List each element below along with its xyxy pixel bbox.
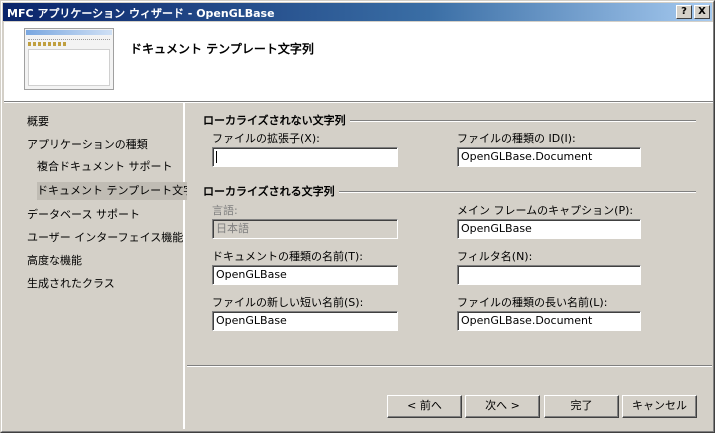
file-extension-field[interactable] [212,147,398,167]
filter-name-label: フィルタ名(N): [457,250,533,263]
file-type-id-label: ファイルの種類の ID(I): [457,132,576,145]
button-separator [187,365,712,367]
main-frame-caption-field[interactable]: OpenGLBase [457,219,641,239]
nav-item-user-interface[interactable]: ユーザー インターフェイス機能 [27,229,183,247]
finish-button[interactable]: 完了 [544,395,619,418]
wizard-window: MFC アプリケーション ウィザード - OpenGLBase ? X ドキュメ… [0,0,715,433]
nav-item-application-type[interactable]: アプリケーションの種類 [27,136,148,154]
text-caret [216,151,217,163]
file-extension-label: ファイルの拡張子(X): [212,132,320,145]
language-field: 日本語 [212,219,398,239]
group-localized-label: ローカライズされる文字列 [203,183,339,199]
file-type-long-name-label: ファイルの種類の長い名前(L): [457,296,608,309]
title-bar[interactable]: MFC アプリケーション ウィザード - OpenGLBase ? X [3,3,712,21]
doc-type-name-label: ドキュメントの種類の名前(T): [212,250,364,263]
nav-item-overview[interactable]: 概要 [27,113,49,131]
back-button[interactable]: < 前へ [387,395,462,418]
file-new-short-name-label: ファイルの新しい短い名前(S): [212,296,364,309]
main-frame-caption-label: メイン フレームのキャプション(P): [457,204,634,217]
nav-item-generated-classes[interactable]: 生成されたクラス [27,275,115,293]
wizard-preview-icon [24,28,114,90]
nav-item-document-template-strings[interactable]: ドキュメント テンプレート文字列 [37,182,208,200]
language-label: 言語: [212,204,238,217]
filter-name-field[interactable] [457,265,641,285]
nav-item-compound-document[interactable]: 複合ドキュメント サポート [37,158,173,176]
wizard-nav: 概要 アプリケーションの種類 複合ドキュメント サポート ドキュメント テンプレ… [4,103,208,429]
cancel-button[interactable]: キャンセル [622,395,697,418]
next-button[interactable]: 次へ > [465,395,540,418]
window-title: MFC アプリケーション ウィザード - OpenGLBase [7,7,275,20]
group-non-localized-label: ローカライズされない文字列 [203,112,350,128]
header-banner: ドキュメント テンプレート文字列 [4,22,713,102]
content-panel: ローカライズされない文字列 ファイルの拡張子(X): ファイルの種類の ID(I… [187,103,712,429]
nav-item-advanced-features[interactable]: 高度な機能 [27,252,82,270]
page-title: ドキュメント テンプレート文字列 [130,42,314,56]
help-button[interactable]: ? [676,5,692,19]
file-type-id-field[interactable]: OpenGLBase.Document [457,147,641,167]
file-new-short-name-field[interactable]: OpenGLBase [212,311,398,331]
nav-item-database-support[interactable]: データベース サポート [27,206,140,224]
close-button[interactable]: X [694,5,710,19]
doc-type-name-field[interactable]: OpenGLBase [212,265,398,285]
file-type-long-name-field[interactable]: OpenGLBase.Document [457,311,641,331]
